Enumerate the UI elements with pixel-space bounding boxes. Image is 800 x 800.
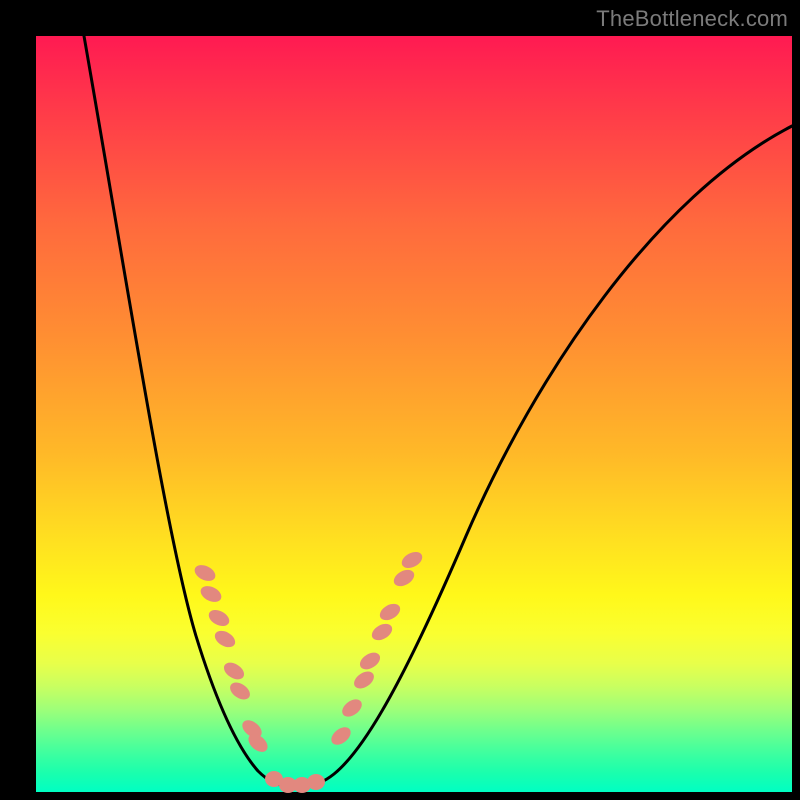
data-point	[212, 627, 238, 650]
data-point	[192, 562, 218, 584]
data-point	[377, 600, 403, 623]
data-point	[307, 774, 325, 790]
data-point	[391, 567, 417, 590]
data-point	[339, 696, 365, 720]
data-point	[221, 659, 247, 683]
plot-area	[36, 36, 792, 792]
data-point	[351, 668, 377, 692]
data-point	[198, 583, 224, 605]
watermark-text: TheBottleneck.com	[596, 6, 788, 32]
bottleneck-curve-svg	[36, 36, 792, 792]
data-point	[328, 724, 354, 749]
data-point	[369, 620, 395, 643]
bottleneck-curve	[84, 36, 792, 786]
data-point	[399, 549, 425, 572]
data-point	[227, 679, 253, 703]
data-point	[357, 649, 383, 673]
data-point	[206, 607, 232, 630]
chart-container: TheBottleneck.com	[0, 0, 800, 800]
